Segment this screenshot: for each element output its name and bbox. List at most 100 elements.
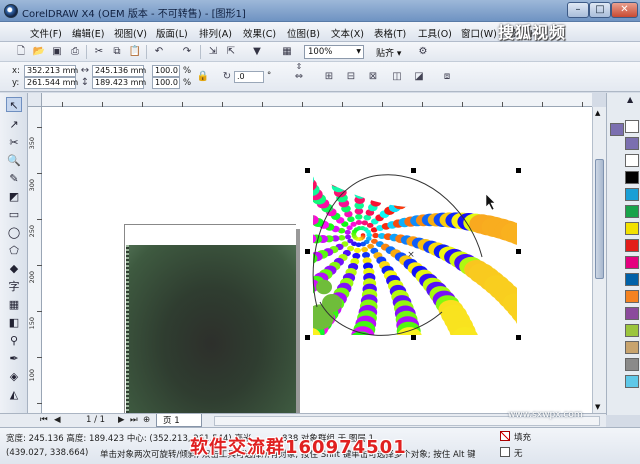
drawing-canvas[interactable]: ×	[42, 107, 592, 413]
no-color-swatch[interactable]	[625, 120, 639, 133]
vertical-scroll-thumb[interactable]	[595, 159, 604, 279]
redo-icon[interactable]: ↷	[180, 45, 194, 59]
scroll-down-arrow-icon[interactable]: ▼	[595, 403, 600, 411]
table-tool-icon[interactable]: ▦	[6, 297, 22, 312]
add-page-icon[interactable]: ⊕	[143, 415, 150, 425]
freehand-tool-icon[interactable]: ✎	[6, 171, 22, 186]
spiral-dot	[229, 370, 255, 390]
pick-tool-icon[interactable]: ↖	[6, 97, 22, 112]
x-position-field[interactable]: 352.213 mm	[24, 65, 78, 77]
ellipse-tool-icon[interactable]: ◯	[6, 225, 22, 240]
print-icon[interactable]: ⎙	[68, 45, 82, 59]
minimize-button[interactable]: –	[567, 2, 589, 18]
spiral-dot	[393, 199, 407, 210]
height-field[interactable]: 189.423 mm	[92, 77, 146, 89]
outline-indicator-icon[interactable]	[500, 447, 510, 457]
palette-color-swatch[interactable]	[625, 188, 639, 201]
open-icon[interactable]: 📂	[32, 45, 46, 59]
text-tool-icon[interactable]: 字	[6, 279, 22, 294]
palette-scroll-up-icon[interactable]: ▲	[627, 95, 633, 104]
copy-icon[interactable]: ⧉	[110, 45, 124, 59]
palette-color-swatch[interactable]	[625, 239, 639, 252]
palette-color-swatch[interactable]	[625, 256, 639, 269]
fill-tool-icon[interactable]: ◈	[6, 369, 22, 384]
eyedropper-tool-icon[interactable]: ⚲	[6, 333, 22, 348]
interactive-fill-tool-icon[interactable]: ◭	[6, 387, 22, 402]
palette-color-swatch[interactable]	[625, 222, 639, 235]
menu-arrange[interactable]: 排列(A)	[199, 26, 232, 40]
shape-tool-icon[interactable]: ↗	[6, 117, 22, 132]
palette-color-swatch[interactable]	[625, 341, 639, 354]
menu-window[interactable]: 窗口(W)	[461, 26, 497, 40]
maximize-button[interactable]: □	[589, 2, 611, 18]
palette-color-swatch[interactable]	[625, 324, 639, 337]
palette-color-swatch[interactable]	[625, 137, 639, 150]
cut-icon[interactable]: ✂	[92, 45, 106, 59]
prev-page-icon[interactable]: ◀	[54, 415, 61, 425]
palette-color-swatch[interactable]	[625, 154, 639, 167]
application-launcher-icon[interactable]: ▼	[250, 45, 264, 59]
mirror-vertical-icon[interactable]: ⇕	[292, 60, 306, 74]
ungroup-all-icon[interactable]: ⊠	[366, 70, 380, 84]
polygon-tool-icon[interactable]: ⬠	[6, 243, 22, 258]
import-icon[interactable]: ⇲	[206, 45, 220, 59]
palette-color-swatch[interactable]	[625, 307, 639, 320]
interactive-blend-tool-icon[interactable]: ◧	[6, 315, 22, 330]
docker-color-swatch[interactable]	[610, 123, 624, 136]
scale-y-field[interactable]: 100.0	[152, 77, 180, 89]
close-button[interactable]: ✕	[611, 2, 638, 18]
rainbow-dot-spiral-group[interactable]: ×	[42, 107, 592, 413]
palette-color-swatch[interactable]	[625, 205, 639, 218]
fill-indicator-icon[interactable]	[500, 431, 510, 441]
vertical-ruler[interactable]: 350 300 250 200 150 100	[28, 107, 42, 415]
menu-table[interactable]: 表格(T)	[374, 26, 406, 40]
next-page-icon[interactable]: ▶	[118, 415, 125, 425]
combine-icon[interactable]: ◫	[390, 70, 404, 84]
snap-to-dropdown[interactable]: 贴齐 ▾	[376, 46, 401, 59]
vertical-scrollbar[interactable]: ▲ ▼	[592, 107, 606, 413]
undo-icon[interactable]: ↶	[152, 45, 166, 59]
crop-tool-icon[interactable]: ✂	[6, 135, 22, 150]
menu-layout[interactable]: 版面(L)	[156, 26, 188, 40]
last-page-icon[interactable]: ⏭	[130, 415, 138, 425]
scroll-up-arrow-icon[interactable]: ▲	[595, 109, 600, 117]
palette-color-swatch[interactable]	[625, 290, 639, 303]
rectangle-tool-icon[interactable]: ▭	[6, 207, 22, 222]
palette-color-swatch[interactable]	[625, 375, 639, 388]
menu-text[interactable]: 文本(X)	[331, 26, 364, 40]
menu-tools[interactable]: 工具(O)	[418, 26, 452, 40]
coreldraw-app-icon[interactable]	[4, 4, 18, 18]
palette-color-swatch[interactable]	[625, 171, 639, 184]
y-position-field[interactable]: 261.544 mm	[24, 77, 78, 89]
palette-color-swatch[interactable]	[625, 273, 639, 286]
zoom-tool-icon[interactable]: 🔍	[6, 153, 22, 168]
welcome-screen-icon[interactable]: ▦	[280, 45, 294, 59]
save-icon[interactable]: ▣	[50, 45, 64, 59]
lock-ratio-icon[interactable]: 🔒	[196, 70, 210, 84]
menu-bitmaps[interactable]: 位图(B)	[287, 26, 320, 40]
scale-x-field[interactable]: 100.0	[152, 65, 180, 77]
rotation-field[interactable]: .0	[234, 71, 264, 83]
width-field[interactable]: 245.136 mm	[92, 65, 146, 77]
zoom-level-select[interactable]: 100%	[304, 45, 364, 59]
options-icon[interactable]: ⚙	[416, 45, 430, 59]
basic-shapes-tool-icon[interactable]: ◆	[6, 261, 22, 276]
new-icon[interactable]: 🗋	[14, 45, 28, 59]
weld-icon[interactable]: ⧈	[440, 70, 454, 84]
menu-file[interactable]: 文件(F)	[30, 26, 62, 40]
break-apart-icon[interactable]: ◪	[412, 70, 426, 84]
outline-tool-icon[interactable]: ✒	[6, 351, 22, 366]
menu-edit[interactable]: 编辑(E)	[72, 26, 104, 40]
group-icon[interactable]: ⊞	[322, 70, 336, 84]
horizontal-ruler[interactable]	[42, 93, 592, 107]
ungroup-icon[interactable]: ⊟	[344, 70, 358, 84]
menu-view[interactable]: 视图(V)	[114, 26, 147, 40]
paste-icon[interactable]: 📋	[128, 45, 142, 59]
ruler-origin[interactable]	[28, 93, 42, 107]
export-icon[interactable]: ⇱	[224, 45, 238, 59]
menu-effects[interactable]: 效果(C)	[243, 26, 276, 40]
palette-color-swatch[interactable]	[625, 358, 639, 371]
smart-fill-tool-icon[interactable]: ◩	[6, 189, 22, 204]
page-tab-1[interactable]: 页 1	[156, 414, 202, 427]
first-page-icon[interactable]: ⏮	[40, 415, 48, 425]
